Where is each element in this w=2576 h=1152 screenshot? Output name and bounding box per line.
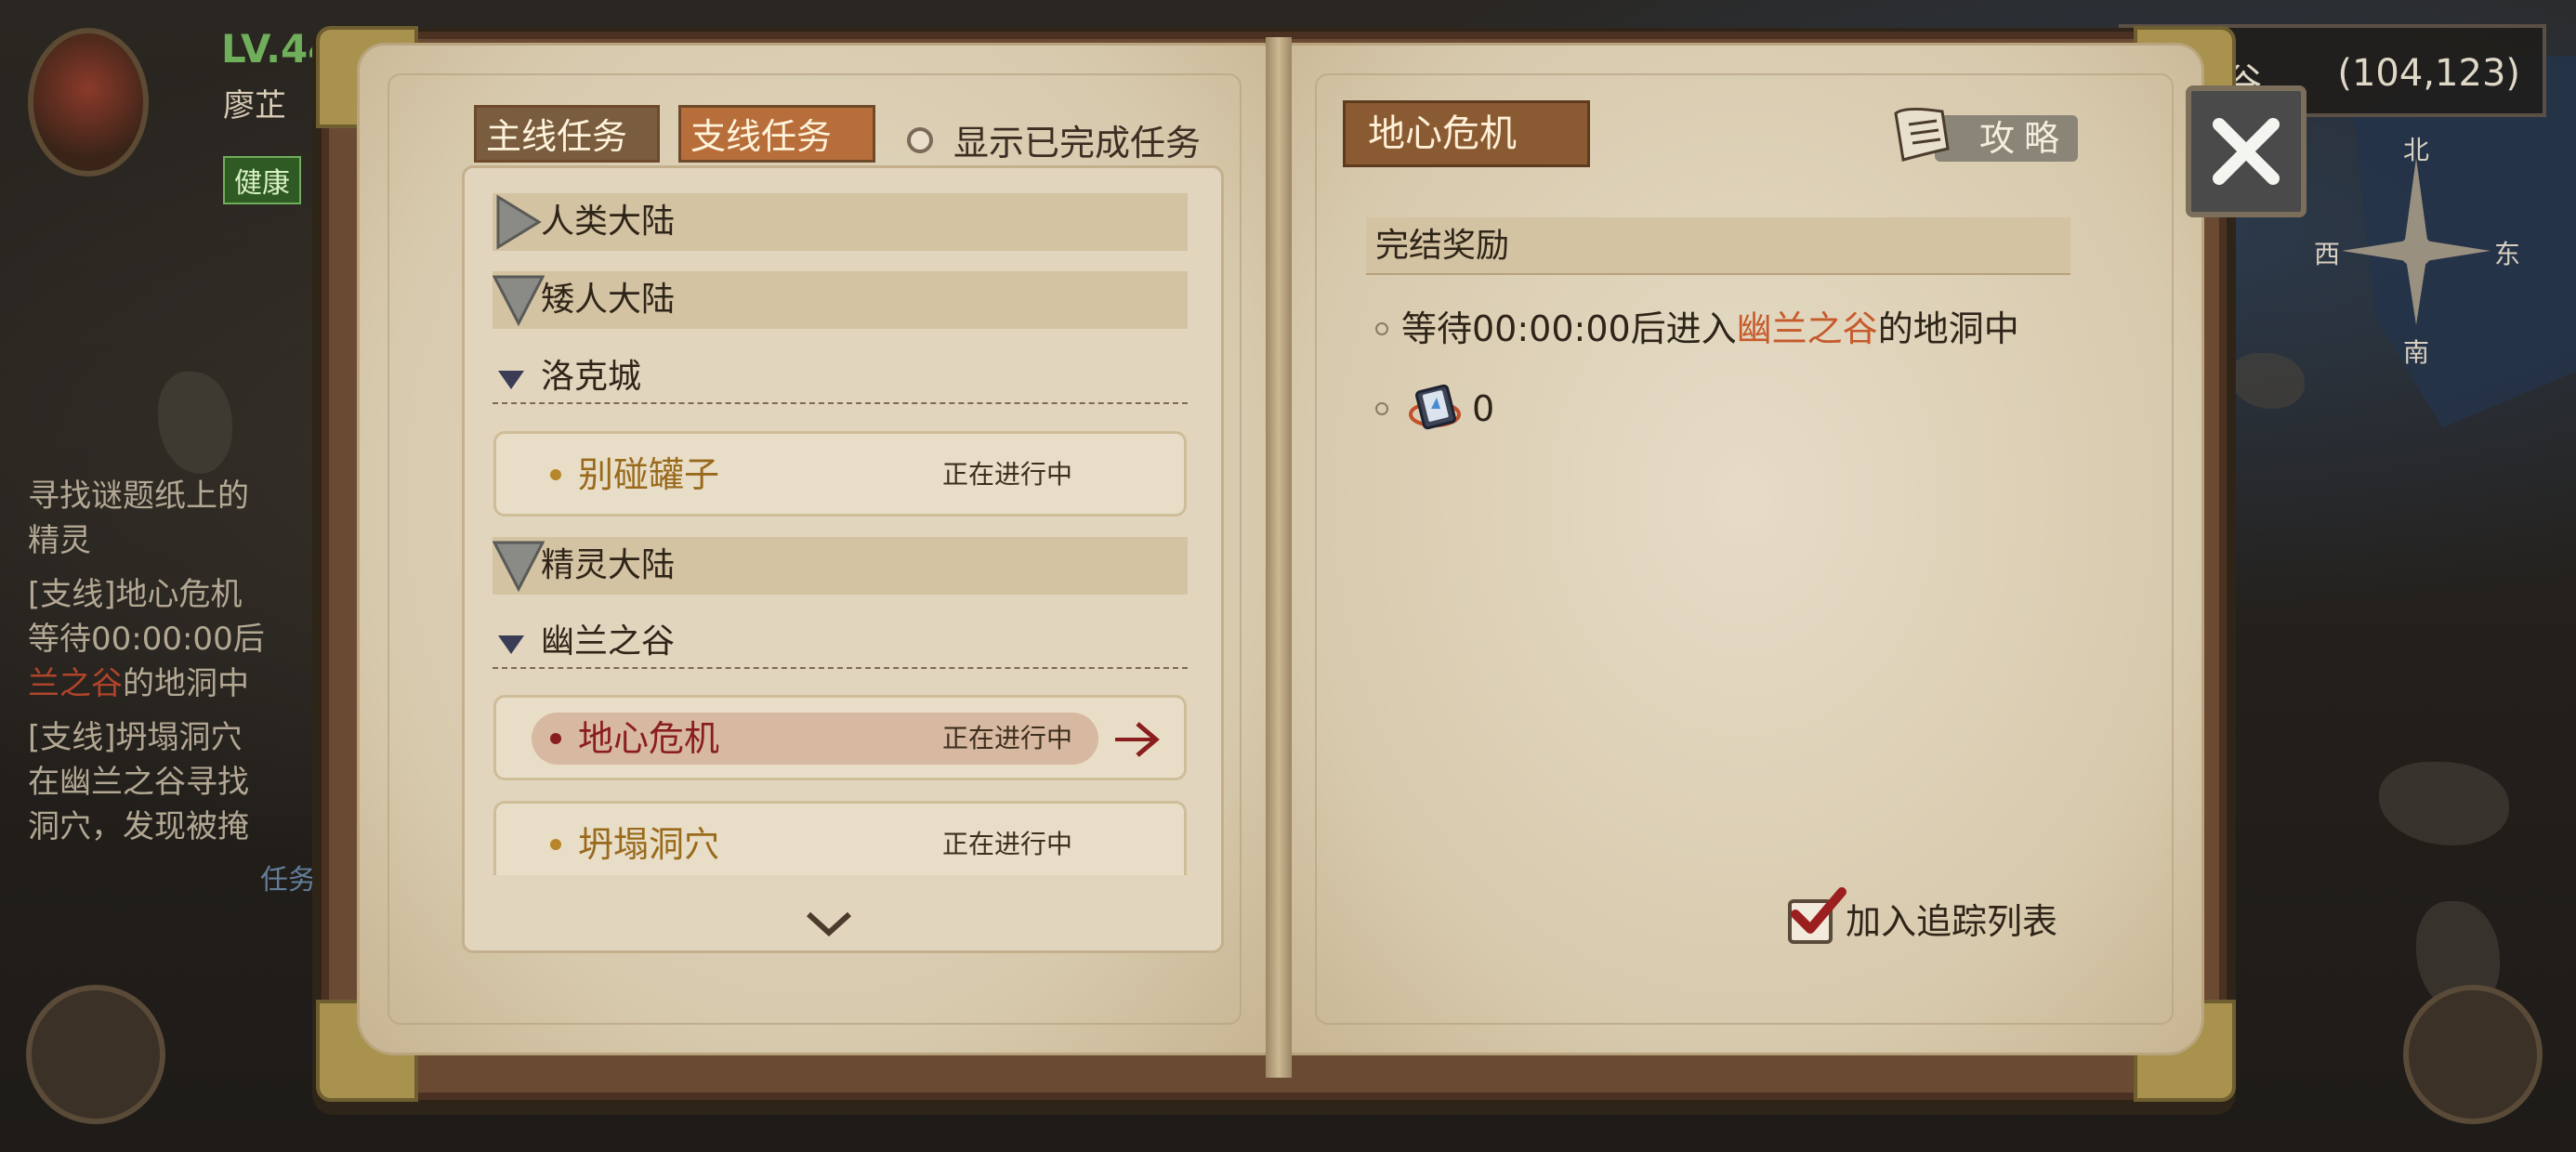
guide-label: 攻略: [1979, 118, 2070, 159]
book-spine: [1266, 37, 1292, 1078]
compass-north: 北: [2403, 135, 2430, 165]
tracker-text: 在幽兰之谷寻找: [28, 764, 249, 801]
selected-arrow-icon: [1115, 722, 1160, 757]
bullet-icon: [1375, 402, 1388, 415]
map-tool-button[interactable]: [26, 985, 165, 1124]
player-avatar[interactable]: [28, 28, 149, 177]
coordinates-text: (104,123): [2337, 52, 2520, 95]
tab-side-quests[interactable]: 支线任务: [678, 105, 875, 163]
region-label: 人类大陆: [541, 203, 676, 241]
quest-bullet: [550, 469, 561, 480]
objective-location: 幽兰之谷: [1736, 308, 1878, 349]
show-completed-toggle[interactable]: 显示已完成任务: [907, 114, 1201, 165]
tracker-text: [支线]坍塌洞穴: [28, 719, 243, 756]
health-status-badge: 健康: [223, 156, 301, 204]
compass-south: 南: [2403, 337, 2430, 368]
home-button[interactable]: [2403, 985, 2543, 1124]
objective-text: 等待00:00:00后进入: [1401, 308, 1737, 349]
rock: [2230, 353, 2305, 409]
tracker-entry[interactable]: 寻找谜题纸上的 精灵: [28, 474, 335, 563]
quest-item-selected[interactable]: 地心危机 正在进行中: [493, 695, 1187, 780]
quest-status: 正在进行中: [942, 723, 1073, 753]
reward-section-header: 完结奖励: [1366, 217, 2070, 275]
rock: [2379, 762, 2509, 845]
quest-item[interactable]: 别碰罐子 正在进行中: [493, 431, 1187, 517]
skill-book-icon: [1409, 384, 1461, 430]
region-elf[interactable]: 精灵大陆: [493, 537, 1188, 595]
radio-button[interactable]: [907, 126, 933, 153]
tracker-entry[interactable]: [支线]地心危机 等待00:00:00后 兰之谷的地洞中: [28, 572, 335, 706]
compass-east: 东: [2494, 239, 2521, 269]
reward-count: 0: [1472, 388, 1495, 429]
quest-status: 正在进行中: [942, 459, 1073, 490]
tracker-text: 寻找谜题纸上的: [28, 478, 249, 515]
rock: [158, 372, 232, 474]
city-label: 洛克城: [541, 358, 642, 396]
quest-name: 地心危机: [578, 718, 720, 759]
city-orchid-valley[interactable]: 幽兰之谷: [493, 615, 1188, 669]
region-label: 精灵大陆: [541, 546, 676, 584]
tracker-footer[interactable]: 任务: [28, 858, 335, 903]
quest-status: 正在进行中: [942, 829, 1073, 859]
reward-item[interactable]: 0: [1375, 381, 1494, 437]
city-rock-city[interactable]: 洛克城: [493, 350, 1188, 404]
tracker-text: 的地洞中: [123, 665, 249, 702]
track-checkbox[interactable]: [1788, 887, 1847, 944]
player-name: 廖芷: [223, 87, 286, 124]
region-human[interactable]: 人类大陆: [493, 193, 1188, 251]
quest-objective: 等待00:00:00后进入 幽兰之谷 的地洞中: [1375, 303, 2019, 355]
chevron-down-icon[interactable]: [801, 905, 857, 942]
track-label: 加入追踪列表: [1846, 900, 2058, 942]
caret-down-icon: [498, 371, 524, 389]
compass-west: 西: [2314, 239, 2341, 269]
guide-button[interactable]: 攻略: [1886, 102, 2078, 167]
quest-tracker[interactable]: 寻找谜题纸上的 精灵 [支线]地心危机 等待00:00:00后 兰之谷的地洞中 …: [28, 474, 335, 903]
tracker-text: 等待00:00:00后: [28, 621, 265, 658]
triangle-down-icon: [493, 541, 545, 593]
region-dwarf[interactable]: 矮人大陆: [493, 271, 1188, 329]
tracker-text: [支线]地心危机: [28, 576, 243, 613]
tracker-text: 精灵: [28, 522, 91, 559]
caret-down-icon: [498, 635, 524, 654]
checkmark-icon: [1791, 887, 1847, 934]
quest-bullet: [550, 839, 561, 850]
tracker-location: 兰之谷: [28, 665, 123, 702]
city-label: 幽兰之谷: [541, 622, 676, 661]
quest-bullet: [550, 733, 561, 744]
tracker-text: 洞穴，发现被掩: [28, 808, 249, 845]
tracker-entry[interactable]: [支线]坍塌洞穴 在幽兰之谷寻找 洞穴，发现被掩: [28, 715, 335, 849]
quest-item[interactable]: 坍塌洞穴 正在进行中: [493, 801, 1187, 875]
objective-text: 的地洞中: [1877, 308, 2019, 349]
quest-name: 别碰罐子: [578, 454, 720, 495]
triangle-down-icon: [493, 275, 545, 327]
track-list-toggle[interactable]: 加入追踪列表: [1788, 887, 2058, 944]
scroll-icon: [1894, 107, 1950, 162]
triangle-right-icon: [496, 194, 542, 250]
tab-main-quests[interactable]: 主线任务: [474, 105, 660, 163]
quest-detail-title: 地心危机: [1343, 100, 1590, 167]
compass-icon: 北 西 东 南: [2314, 121, 2521, 368]
quest-name: 坍塌洞穴: [578, 824, 720, 865]
right-page: [1284, 43, 2204, 1055]
show-completed-label: 显示已完成任务: [953, 123, 1202, 164]
bullet-icon: [1375, 322, 1388, 335]
region-label: 矮人大陆: [541, 281, 676, 319]
close-button[interactable]: [2186, 85, 2307, 217]
close-icon: [2213, 118, 2280, 185]
